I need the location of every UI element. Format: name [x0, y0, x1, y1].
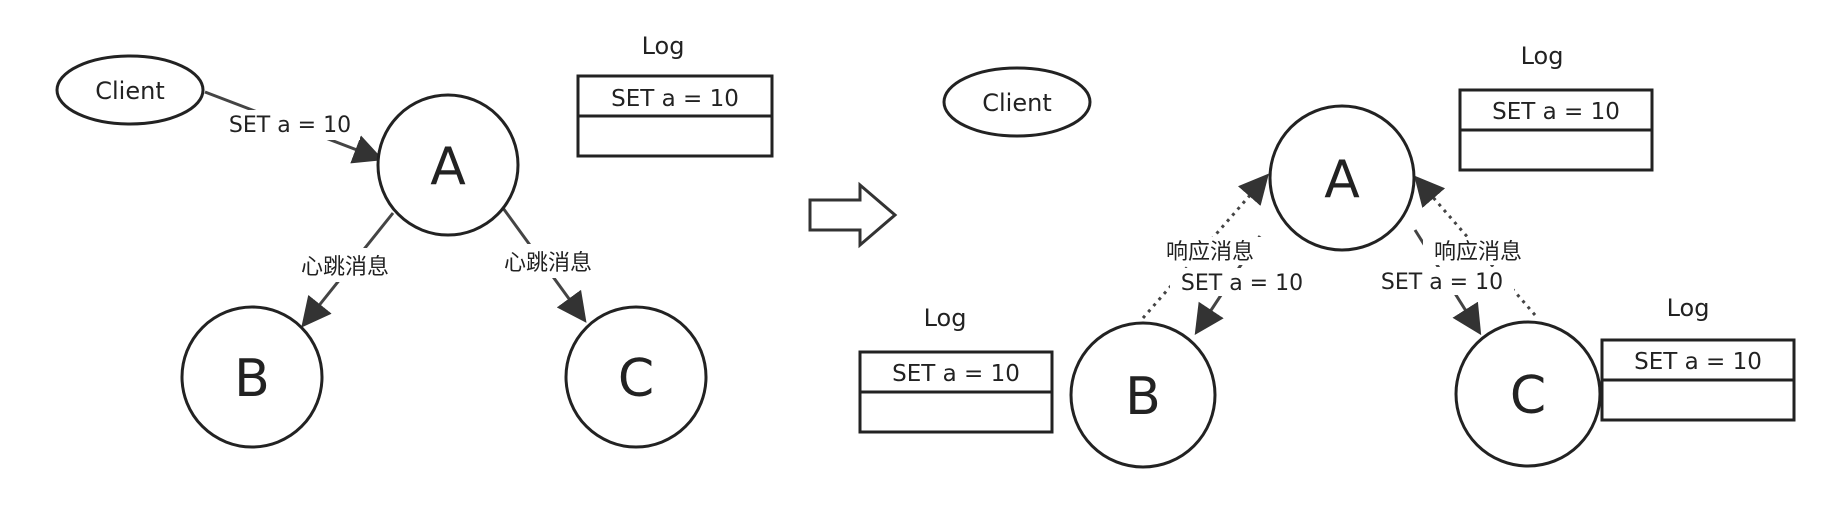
log-b-entry-row-2 [858, 390, 1054, 434]
log-a-title: Log [1521, 42, 1564, 70]
log-b-title: Log [924, 304, 967, 332]
left-log-entry-1: SET a = 10 [611, 86, 739, 112]
left-log-entry-row-2 [576, 114, 774, 158]
heartbeat-label-b: 心跳消息 [301, 255, 389, 280]
right-client-label: Client [982, 89, 1051, 117]
node-c-label: C [618, 349, 654, 409]
log-a-entry-row-2 [1458, 128, 1654, 172]
log-c-entry-row-2 [1600, 378, 1796, 422]
left-panel: Client SET a = 10 A B C 心跳消息 心跳消息 Log SE… [55, 32, 774, 449]
right-panel: Client A B C 响应消息 SET a = 10 响应消息 SET a … [858, 42, 1796, 469]
right-node-b-label: B [1125, 367, 1161, 427]
log-c-entry-1: SET a = 10 [1634, 349, 1762, 375]
left-log-title: Log [642, 32, 685, 60]
right-node-c-label: C [1510, 366, 1546, 426]
right-edge-b-response: 响应消息 [1166, 240, 1254, 265]
right-edge-c-command: SET a = 10 [1381, 270, 1503, 295]
node-a-label: A [430, 137, 466, 197]
hollow-right-arrow-icon [808, 181, 898, 249]
right-edge-c-response: 响应消息 [1434, 240, 1522, 265]
request-label: SET a = 10 [229, 113, 351, 138]
node-b-label: B [234, 349, 270, 409]
log-b-entry-1: SET a = 10 [892, 361, 1020, 387]
right-node-a-label: A [1324, 150, 1360, 210]
heartbeat-label-c: 心跳消息 [504, 251, 592, 276]
right-edge-b-command: SET a = 10 [1181, 271, 1303, 296]
log-a-entry-1: SET a = 10 [1492, 99, 1620, 125]
raft-replication-diagram: Client SET a = 10 A B C 心跳消息 心跳消息 Log SE… [55, 32, 1796, 469]
log-c-title: Log [1667, 294, 1710, 322]
client-label: Client [95, 77, 164, 105]
